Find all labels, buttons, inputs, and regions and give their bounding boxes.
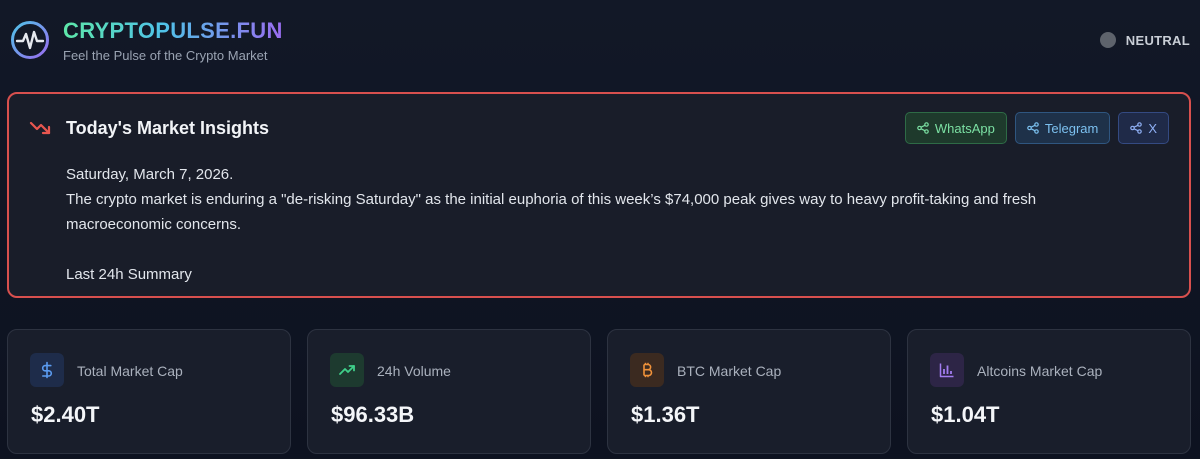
trending-up-icon: [330, 353, 364, 387]
insights-paragraph: The crypto market is enduring a "de-risk…: [66, 191, 1037, 233]
insights-title: Today's Market Insights: [66, 118, 269, 138]
insights-body: Saturday, March 7, 2026. The crypto mark…: [66, 162, 1146, 287]
share-x-label: X: [1148, 120, 1157, 136]
stat-label: 24h Volume: [377, 363, 451, 379]
bitcoin-icon: [630, 353, 664, 387]
stats-row: Total Market Cap $2.40T 24h Volume $96.3…: [7, 329, 1191, 459]
pulse-logo-icon[interactable]: [10, 20, 50, 60]
stat-card-altcoins-market-cap: Altcoins Market Cap $1.04T: [907, 329, 1191, 454]
share-telegram-label: Telegram: [1044, 120, 1099, 136]
insights-date: Saturday, March 7, 2026.: [66, 166, 234, 183]
stat-label: Total Market Cap: [77, 363, 183, 379]
sentiment-indicator: NEUTRAL: [1099, 32, 1190, 48]
header: CRYPTOPULSE.FUN Feel the Pulse of the Cr…: [0, 0, 1200, 84]
share-buttons: WhatsApp Telegram X: [904, 112, 1169, 144]
dollar-icon: [30, 353, 64, 387]
summary-heading: Last 24h Summary: [66, 266, 192, 283]
sentiment-label: NEUTRAL: [1125, 32, 1190, 48]
share-telegram-button[interactable]: Telegram: [1014, 112, 1111, 144]
trending-down-icon: [29, 121, 51, 135]
stat-value: $1.04T: [931, 402, 1000, 427]
stat-card-total-market-cap: Total Market Cap $2.40T: [7, 329, 291, 454]
share-whatsapp-label: WhatsApp: [934, 120, 995, 136]
brand-tagline: Feel the Pulse of the Crypto Market: [63, 48, 268, 63]
brand: CRYPTOPULSE.FUN Feel the Pulse of the Cr…: [63, 19, 283, 64]
stat-value: $2.40T: [31, 402, 100, 427]
share-icon: [1130, 122, 1143, 134]
stat-card-24h-volume: 24h Volume $96.33B: [307, 329, 591, 454]
stat-value: $1.36T: [631, 402, 700, 427]
stat-value: $96.33B: [331, 402, 415, 427]
brand-title[interactable]: CRYPTOPULSE.FUN: [63, 19, 283, 43]
bar-chart-icon: [930, 353, 964, 387]
share-icon: [1027, 122, 1039, 134]
market-insights-card: Today's Market Insights WhatsApp Telegra…: [7, 92, 1191, 298]
stat-label: BTC Market Cap: [677, 363, 782, 379]
share-x-button[interactable]: X: [1118, 112, 1169, 144]
stat-card-btc-market-cap: BTC Market Cap $1.36T: [607, 329, 891, 454]
stat-label: Altcoins Market Cap: [977, 363, 1103, 379]
share-whatsapp-button[interactable]: WhatsApp: [904, 112, 1007, 144]
share-icon: [917, 122, 929, 134]
sentiment-dot: [1099, 32, 1116, 48]
